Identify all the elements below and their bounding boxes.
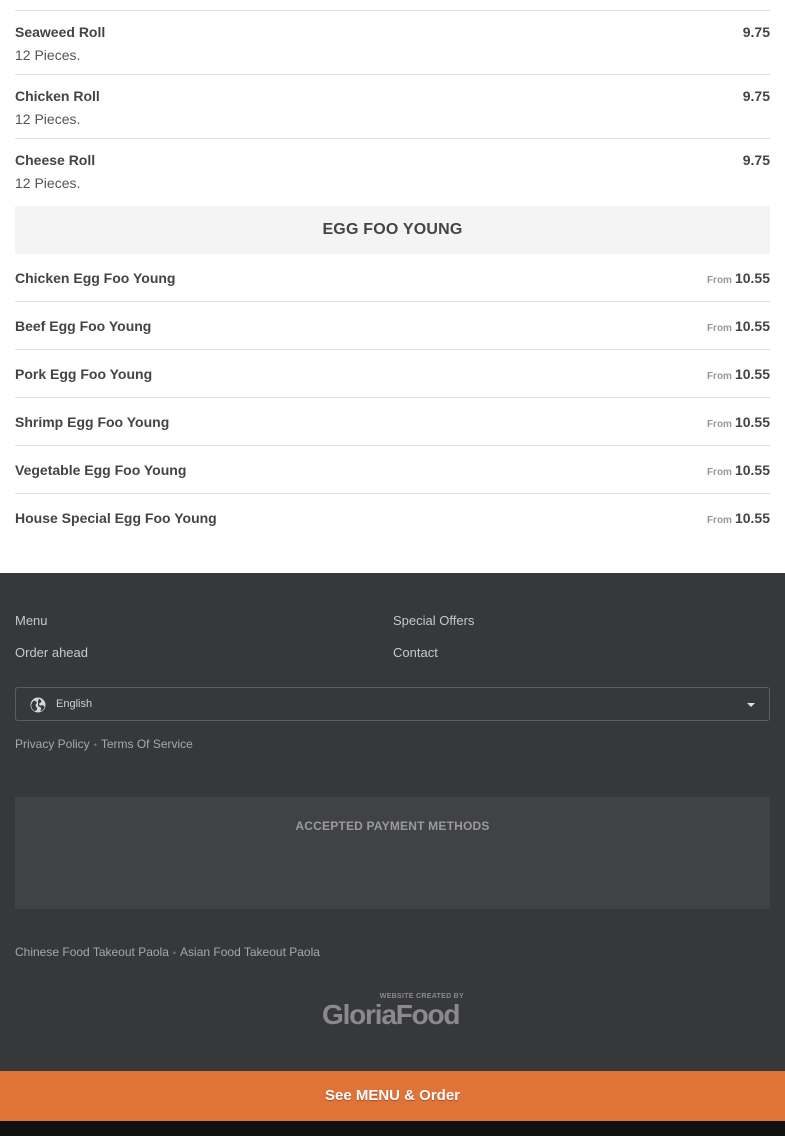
item-name: Pork Egg Foo Young [15, 366, 153, 382]
legal-links: Privacy Policy • Terms Of Service [15, 737, 193, 751]
gloriafood-logo[interactable]: WEBSITE CREATED BY GloriaFood [322, 993, 464, 1033]
price-from-label: From [706, 467, 732, 478]
price-from-label: From [706, 323, 732, 334]
item-price: 10.55 [734, 366, 770, 382]
item-price: 9.75 [742, 24, 770, 40]
menu-item-chicken-roll[interactable]: Chicken Roll 12 Pieces. 9.75 [15, 75, 770, 139]
separator-dot: • [172, 948, 177, 958]
menu-item-shrimp-egg-foo-young[interactable]: Shrimp Egg Foo Young From 10.55 [15, 398, 770, 446]
item-price-wrap: From 10.55 [707, 366, 770, 384]
chevron-down-icon [747, 703, 755, 707]
item-price-wrap: From 10.55 [707, 414, 770, 432]
item-price-wrap: From 10.55 [707, 510, 770, 528]
seo-link-asian-food[interactable]: Asian Food Takeout Paola [180, 945, 320, 959]
menu-item-vegetable-egg-foo-young[interactable]: Vegetable Egg Foo Young From 10.55 [15, 446, 770, 494]
language-select[interactable]: English [15, 687, 770, 721]
item-description: 12 Pieces. [15, 175, 81, 191]
language-selected-value: English [56, 698, 93, 710]
price-from-label: From [706, 371, 732, 382]
menu-area: Seaweed Roll 12 Pieces. 9.75 Chicken Rol… [0, 0, 785, 573]
footer-link-order-ahead[interactable]: Order ahead [15, 645, 88, 660]
item-name: Chicken Roll [15, 88, 100, 104]
price-from-label: From [706, 275, 732, 286]
item-price: 10.55 [734, 414, 770, 430]
privacy-policy-link[interactable]: Privacy Policy [15, 737, 90, 751]
item-name: Shrimp Egg Foo Young [15, 414, 170, 430]
item-name: Cheese Roll [15, 152, 96, 168]
seo-links: Chinese Food Takeout Paola • Asian Food Ta… [15, 945, 320, 959]
item-name: Chicken Egg Foo Young [15, 270, 176, 286]
footer: Menu Special Offers Order ahead Contact … [0, 573, 785, 1071]
item-description: 12 Pieces. [15, 47, 81, 63]
category-header-egg-foo-young: EGG FOO YOUNG [15, 206, 770, 254]
price-from-label: From [706, 419, 732, 430]
bottom-strip [0, 1121, 785, 1136]
footer-link-menu[interactable]: Menu [15, 613, 48, 628]
terms-of-service-link[interactable]: Terms Of Service [101, 737, 193, 751]
item-price-wrap: From 10.55 [707, 462, 770, 480]
see-menu-order-button[interactable]: See MENU & Order [0, 1071, 785, 1121]
menu-item-pork-egg-foo-young[interactable]: Pork Egg Foo Young From 10.55 [15, 350, 770, 398]
footer-link-contact[interactable]: Contact [393, 645, 438, 660]
price-from-label: From [706, 515, 732, 526]
menu-item-seaweed-roll[interactable]: Seaweed Roll 12 Pieces. 9.75 [15, 11, 770, 75]
item-price: 9.75 [742, 152, 770, 168]
item-price: 10.55 [734, 462, 770, 478]
brand-name: GloriaFood [322, 999, 461, 1030]
footer-link-special-offers[interactable]: Special Offers [393, 613, 474, 628]
item-price-wrap: From 10.55 [707, 318, 770, 336]
globe-icon [30, 697, 46, 713]
item-description: 12 Pieces. [15, 111, 81, 127]
menu-item-chicken-egg-foo-young[interactable]: Chicken Egg Foo Young From 10.55 [15, 254, 770, 302]
separator-dot: • [93, 740, 97, 750]
item-price: 10.55 [734, 510, 770, 526]
item-name: Beef Egg Foo Young [15, 318, 152, 334]
item-price-wrap: From 10.55 [707, 270, 770, 288]
item-price: 9.75 [742, 88, 770, 104]
payment-methods-panel: ACCEPTED PAYMENT METHODS [15, 797, 770, 909]
item-price: 10.55 [734, 270, 770, 286]
item-name: Seaweed Roll [15, 24, 106, 40]
seo-link-chinese-food[interactable]: Chinese Food Takeout Paola [15, 945, 169, 959]
menu-item-beef-egg-foo-young[interactable]: Beef Egg Foo Young From 10.55 [15, 302, 770, 350]
item-price: 10.55 [734, 318, 770, 334]
item-name: House Special Egg Foo Young [15, 510, 217, 526]
payment-methods-title: ACCEPTED PAYMENT METHODS [295, 819, 490, 833]
menu-item-cheese-roll[interactable]: Cheese Roll 12 Pieces. 9.75 [15, 139, 770, 203]
item-name: Vegetable Egg Foo Young [15, 462, 187, 478]
menu-item-house-special-egg-foo-young[interactable]: House Special Egg Foo Young From 10.55 [15, 494, 770, 542]
